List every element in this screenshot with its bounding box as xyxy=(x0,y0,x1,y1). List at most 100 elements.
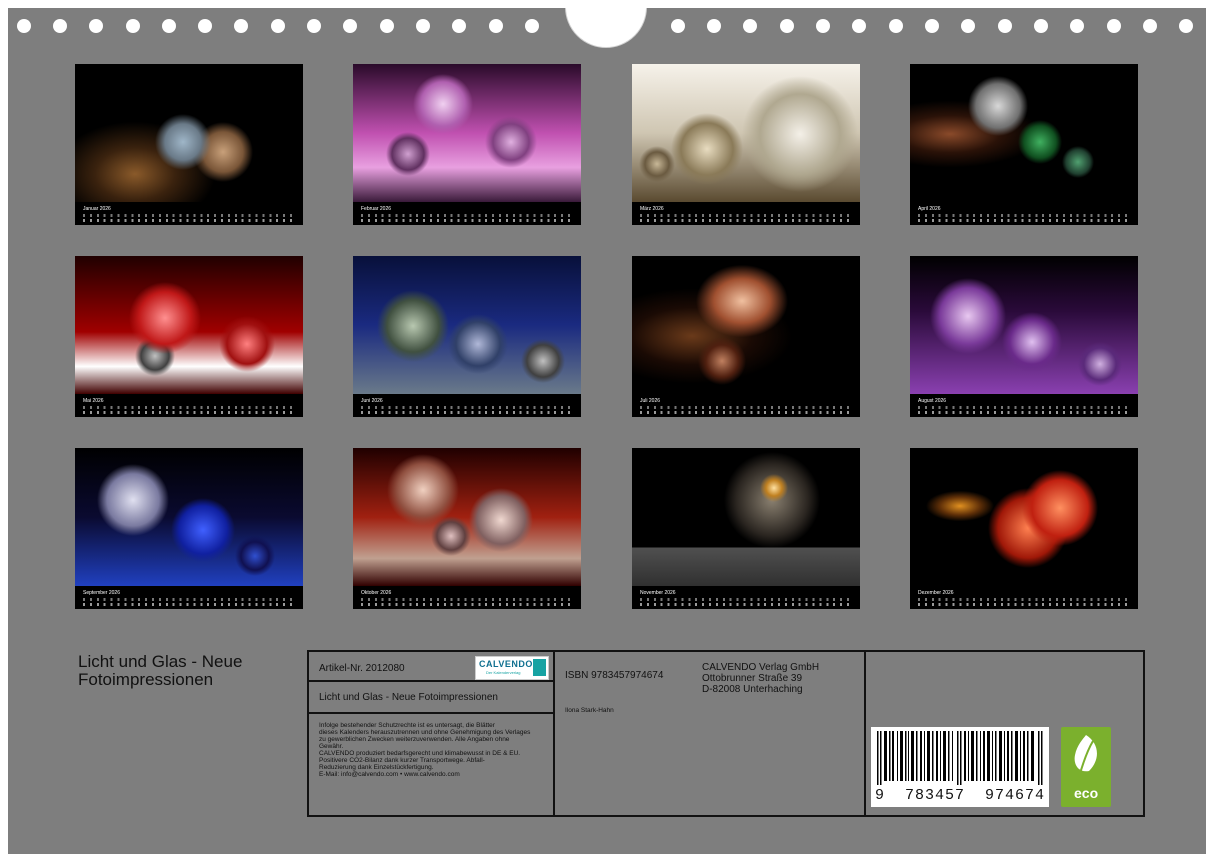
photo-glass-spheres xyxy=(353,64,581,202)
publisher-address: CALVENDO Verlag GmbH Ottobrunner Straße … xyxy=(702,662,820,695)
weekday-row xyxy=(918,406,1132,409)
month-label: Juli xyxy=(640,398,648,404)
year-label: 2026 xyxy=(380,590,392,596)
binding-hole xyxy=(671,19,685,33)
weekday-row xyxy=(640,598,854,601)
calvendo-logo-text: CALVENDO xyxy=(479,659,533,669)
photo-glass-spheres xyxy=(75,448,303,586)
calendar-title: Licht und Glas - Neue Fotoimpressionen xyxy=(78,653,303,689)
subtitle: Licht und Glas - Neue Fotoimpressionen xyxy=(319,692,498,703)
weekday-row xyxy=(83,598,297,601)
day-row xyxy=(640,219,854,222)
imprint-box: Artikel-Nr. 2012080 CALVENDO Der Kalende… xyxy=(307,650,1145,817)
month-label: September xyxy=(83,590,108,596)
legal-notice: Infolge bestehender Schutzrechte ist es … xyxy=(319,722,531,778)
weekday-row xyxy=(918,598,1132,601)
photo-glass-spheres xyxy=(632,64,860,202)
binding-hole xyxy=(707,19,721,33)
binding-hole xyxy=(816,19,830,33)
divider xyxy=(864,652,866,815)
photo-glass-spheres xyxy=(910,64,1138,202)
binding-hole xyxy=(1070,19,1084,33)
photo-glass-crystal xyxy=(632,256,860,394)
month-label: März xyxy=(640,206,652,212)
divider xyxy=(553,652,555,815)
day-row xyxy=(918,411,1132,414)
month-thumbnail-june: Juni 2026 xyxy=(353,256,581,417)
year-label: 2026 xyxy=(664,590,676,596)
weekday-row xyxy=(83,214,297,217)
binding-hole xyxy=(162,19,176,33)
binding-hole xyxy=(89,19,103,33)
binding-hole xyxy=(852,19,866,33)
day-row xyxy=(640,603,854,606)
day-row xyxy=(361,411,575,414)
weekday-row xyxy=(640,214,854,217)
binding-hole xyxy=(126,19,140,33)
day-row xyxy=(918,219,1132,222)
day-row xyxy=(83,411,297,414)
photo-glass-spheres xyxy=(353,448,581,586)
divider xyxy=(309,680,553,682)
month-thumbnail-march: März 2026 xyxy=(632,64,860,225)
binding-hole xyxy=(998,19,1012,33)
binding-hole xyxy=(525,19,539,33)
photo-glass-spheres xyxy=(910,256,1138,394)
isbn: ISBN 9783457974674 xyxy=(565,670,664,681)
day-row xyxy=(361,219,575,222)
day-row xyxy=(361,603,575,606)
binding-hole xyxy=(234,19,248,33)
month-label: Juni xyxy=(361,398,371,404)
leaf-icon xyxy=(1074,735,1097,778)
day-row xyxy=(918,603,1132,606)
photo-glass-sphere xyxy=(632,448,860,586)
binding-hole xyxy=(1179,19,1193,33)
binding-hole xyxy=(452,19,466,33)
year-label: 2026 xyxy=(942,590,954,596)
month-label: August xyxy=(918,398,934,404)
photo-glass-spheres xyxy=(75,64,303,202)
binding-hole xyxy=(780,19,794,33)
month-thumbnail-january: Januar 2026 xyxy=(75,64,303,225)
month-thumbnail-november: November 2026 xyxy=(632,448,860,609)
article-number: Artikel-Nr. 2012080 xyxy=(319,663,405,674)
month-thumbnail-december: Dezember 2026 xyxy=(910,448,1138,609)
calvendo-logo: CALVENDO Der Kalenderverlag xyxy=(475,656,549,680)
photo-glass-spheres xyxy=(353,256,581,394)
month-thumbnail-february: Februar 2026 xyxy=(353,64,581,225)
photo-glass-spheres xyxy=(75,256,303,394)
month-thumbnail-august: August 2026 xyxy=(910,256,1138,417)
weekday-row xyxy=(361,214,575,217)
month-label: Dezember xyxy=(918,590,942,596)
month-label: November xyxy=(640,590,664,596)
binding-hole xyxy=(271,19,285,33)
binding-hole xyxy=(1143,19,1157,33)
month-label: Februar xyxy=(361,206,379,212)
title-line-1: Licht und Glas - Neue xyxy=(78,652,243,671)
weekday-row xyxy=(361,406,575,409)
binding-hole xyxy=(17,19,31,33)
binding-hole xyxy=(380,19,394,33)
year-label: 2026 xyxy=(108,590,120,596)
year-label: 2026 xyxy=(379,206,392,212)
month-thumbnail-may: Mai 2026 xyxy=(75,256,303,417)
day-row xyxy=(640,411,854,414)
year-label: 2026 xyxy=(648,398,661,404)
binding-hole xyxy=(1034,19,1048,33)
binding-hole xyxy=(489,19,503,33)
eco-label: eco xyxy=(1074,785,1099,801)
binding-hole xyxy=(307,19,321,33)
weekday-row xyxy=(83,406,297,409)
calvendo-logo-mark xyxy=(533,659,546,676)
binding-hole xyxy=(889,19,903,33)
day-row xyxy=(83,603,297,606)
hanger-cutout xyxy=(565,8,647,48)
binding-hole xyxy=(53,19,67,33)
month-thumbnail-july: Juli 2026 xyxy=(632,256,860,417)
author: Ilona Stark-Hahn xyxy=(565,707,614,714)
year-label: 2026 xyxy=(929,206,941,212)
binding-hole xyxy=(343,19,357,33)
year-label: 2026 xyxy=(99,206,111,212)
calendar-back-page: Januar 2026 Februar 2026 März 2026 April… xyxy=(8,8,1206,854)
binding-hole xyxy=(925,19,939,33)
